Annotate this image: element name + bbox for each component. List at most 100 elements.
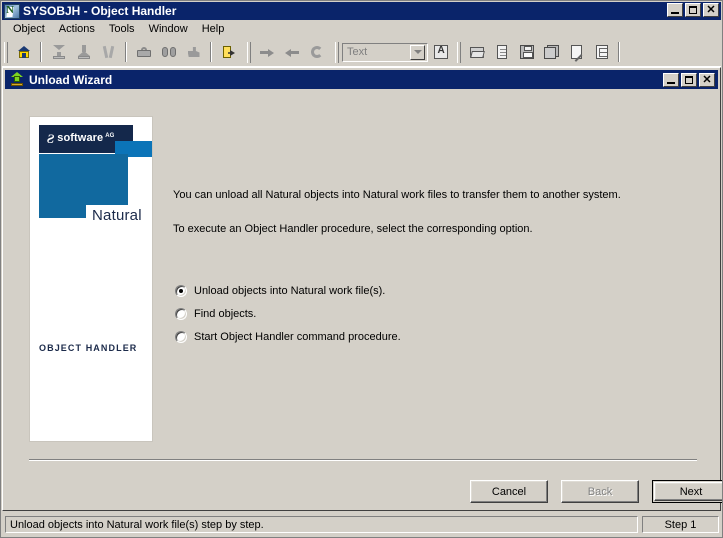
menubar: Object Actions Tools Window Help xyxy=(2,20,721,38)
wizard-maximize-button[interactable] xyxy=(681,73,697,87)
edit-document-icon xyxy=(569,44,585,62)
home-icon xyxy=(16,44,32,60)
toolbar-tools-button[interactable] xyxy=(97,41,120,63)
radio-unload-objects[interactable]: Unload objects into Natural work file(s)… xyxy=(175,284,401,298)
toolbar-separator xyxy=(125,42,127,62)
mdi-client-area: Unload Wizard ✕ Ƨ software AG Natural OB… xyxy=(2,67,722,511)
toolbar-home-button[interactable] xyxy=(12,41,35,63)
wizard-minimize-button[interactable] xyxy=(663,73,679,87)
maximize-button[interactable] xyxy=(685,3,701,17)
unload-up-arrow-icon xyxy=(9,71,25,88)
toolbar-unload-button[interactable] xyxy=(72,41,95,63)
toolbar-grip[interactable] xyxy=(457,41,461,63)
wizard-intro-paragraph-1: You can unload all Natural objects into … xyxy=(173,189,621,201)
wizard-title: Unload Wizard xyxy=(29,72,113,87)
wizard-window-controls: ✕ xyxy=(663,73,715,87)
maximize-icon xyxy=(689,6,697,14)
wizard-button-bar: Cancel Back Next xyxy=(470,480,722,503)
window-titlebar[interactable]: SYSOBJH - Object Handler ✕ xyxy=(2,2,721,20)
next-button[interactable]: Next xyxy=(652,480,722,503)
toolbar-list-button[interactable] xyxy=(590,41,613,63)
toolbar-new-button[interactable] xyxy=(490,41,513,63)
wizard-body: Ƨ software AG Natural OBJECT HANDLER You… xyxy=(5,90,722,508)
arrow-right-icon xyxy=(259,44,275,60)
toolbar-save-button[interactable] xyxy=(515,41,538,63)
close-icon: ✕ xyxy=(706,4,716,16)
toolbar-forward-button[interactable] xyxy=(255,41,278,63)
product-name-natural: Natural xyxy=(86,205,146,226)
toolbar-admin-button[interactable] xyxy=(132,41,155,63)
natural-app-icon xyxy=(4,3,20,19)
radio-indicator[interactable] xyxy=(175,285,187,297)
new-document-icon xyxy=(494,44,510,60)
window-controls: ✕ xyxy=(667,3,719,17)
wizard-close-button[interactable]: ✕ xyxy=(699,73,715,87)
software-ag-logo-mark: Ƨ xyxy=(47,131,55,146)
unload-icon xyxy=(76,44,92,60)
toolbar-grip[interactable] xyxy=(4,41,8,63)
radio-unload-objects-label: Unload objects into Natural work file(s)… xyxy=(194,285,386,297)
radio-indicator[interactable] xyxy=(175,331,187,343)
menu-object[interactable]: Object xyxy=(6,22,52,36)
close-button[interactable]: ✕ xyxy=(703,3,719,17)
chevron-down-icon[interactable] xyxy=(410,44,425,60)
toolbar: Text xyxy=(2,38,721,67)
toolbar-grip[interactable] xyxy=(247,41,251,63)
toolbar-load-button[interactable] xyxy=(47,41,70,63)
toolbar-find-button[interactable] xyxy=(157,41,180,63)
tools-icon xyxy=(101,44,117,60)
wizard-branding-panel: Ƨ software AG Natural OBJECT HANDLER xyxy=(29,116,153,442)
maximize-icon xyxy=(685,76,693,84)
toolbar-separator xyxy=(40,42,42,62)
radio-start-command-procedure-label: Start Object Handler command procedure. xyxy=(194,331,401,343)
wizard-divider xyxy=(29,459,697,461)
toolbar-refresh-button[interactable] xyxy=(305,41,328,63)
toolbar-save-all-button[interactable] xyxy=(540,41,563,63)
toolbar-exit-button[interactable] xyxy=(217,41,240,63)
toolbar-grip[interactable] xyxy=(335,41,339,63)
product-caption-object-handler: OBJECT HANDLER xyxy=(39,343,138,353)
radio-find-objects[interactable]: Find objects. xyxy=(175,307,401,321)
menu-help[interactable]: Help xyxy=(195,22,232,36)
arrow-left-icon xyxy=(284,44,300,60)
radio-start-command-procedure[interactable]: Start Object Handler command procedure. xyxy=(175,330,401,344)
toolbar-back-button[interactable] xyxy=(280,41,303,63)
toolbar-separator xyxy=(210,42,212,62)
hand-stop-icon xyxy=(186,44,202,60)
wizard-titlebar[interactable]: Unload Wizard ✕ xyxy=(5,70,718,89)
statusbar: Unload objects into Natural work file(s)… xyxy=(2,512,721,537)
toolbar-edit-button[interactable] xyxy=(565,41,588,63)
minimize-button[interactable] xyxy=(667,3,683,17)
back-button[interactable]: Back xyxy=(561,480,639,503)
next-button-label: Next xyxy=(654,482,722,501)
toolbar-stop-button[interactable] xyxy=(182,41,205,63)
software-ag-logo-superscript: AG xyxy=(105,133,115,139)
toolbar-combo-value: Text xyxy=(347,46,368,58)
radio-find-objects-label: Find objects. xyxy=(194,308,257,320)
software-ag-logo-word: software xyxy=(57,132,104,144)
cancel-button[interactable]: Cancel xyxy=(470,480,548,503)
text-search-icon xyxy=(433,44,449,60)
toolbar-separator xyxy=(618,42,620,62)
wizard-option-group: Unload objects into Natural work file(s)… xyxy=(175,284,401,353)
toolbar-find-text-button[interactable] xyxy=(429,41,452,63)
binoculars-icon xyxy=(161,44,177,60)
radio-indicator[interactable] xyxy=(175,308,187,320)
toolbar-text-combo[interactable]: Text xyxy=(342,42,428,62)
save-all-icon xyxy=(543,44,560,60)
window-title: SYSOBJH - Object Handler xyxy=(23,4,177,18)
wizard-intro-paragraph-2: To execute an Object Handler procedure, … xyxy=(173,223,533,235)
save-icon xyxy=(519,44,535,60)
menu-actions[interactable]: Actions xyxy=(52,22,102,36)
menu-window[interactable]: Window xyxy=(142,22,195,36)
status-message: Unload objects into Natural work file(s)… xyxy=(5,516,638,533)
status-step: Step 1 xyxy=(642,516,719,533)
application-window: SYSOBJH - Object Handler ✕ Object Action… xyxy=(0,0,723,538)
unload-wizard-window: Unload Wizard ✕ Ƨ software AG Natural OB… xyxy=(2,67,722,511)
refresh-icon xyxy=(309,44,325,60)
menu-tools[interactable]: Tools xyxy=(102,22,142,36)
toolbar-open-button[interactable] xyxy=(465,41,488,63)
list-view-icon xyxy=(594,44,610,60)
exit-door-icon xyxy=(221,44,237,60)
briefcase-icon xyxy=(136,44,152,60)
